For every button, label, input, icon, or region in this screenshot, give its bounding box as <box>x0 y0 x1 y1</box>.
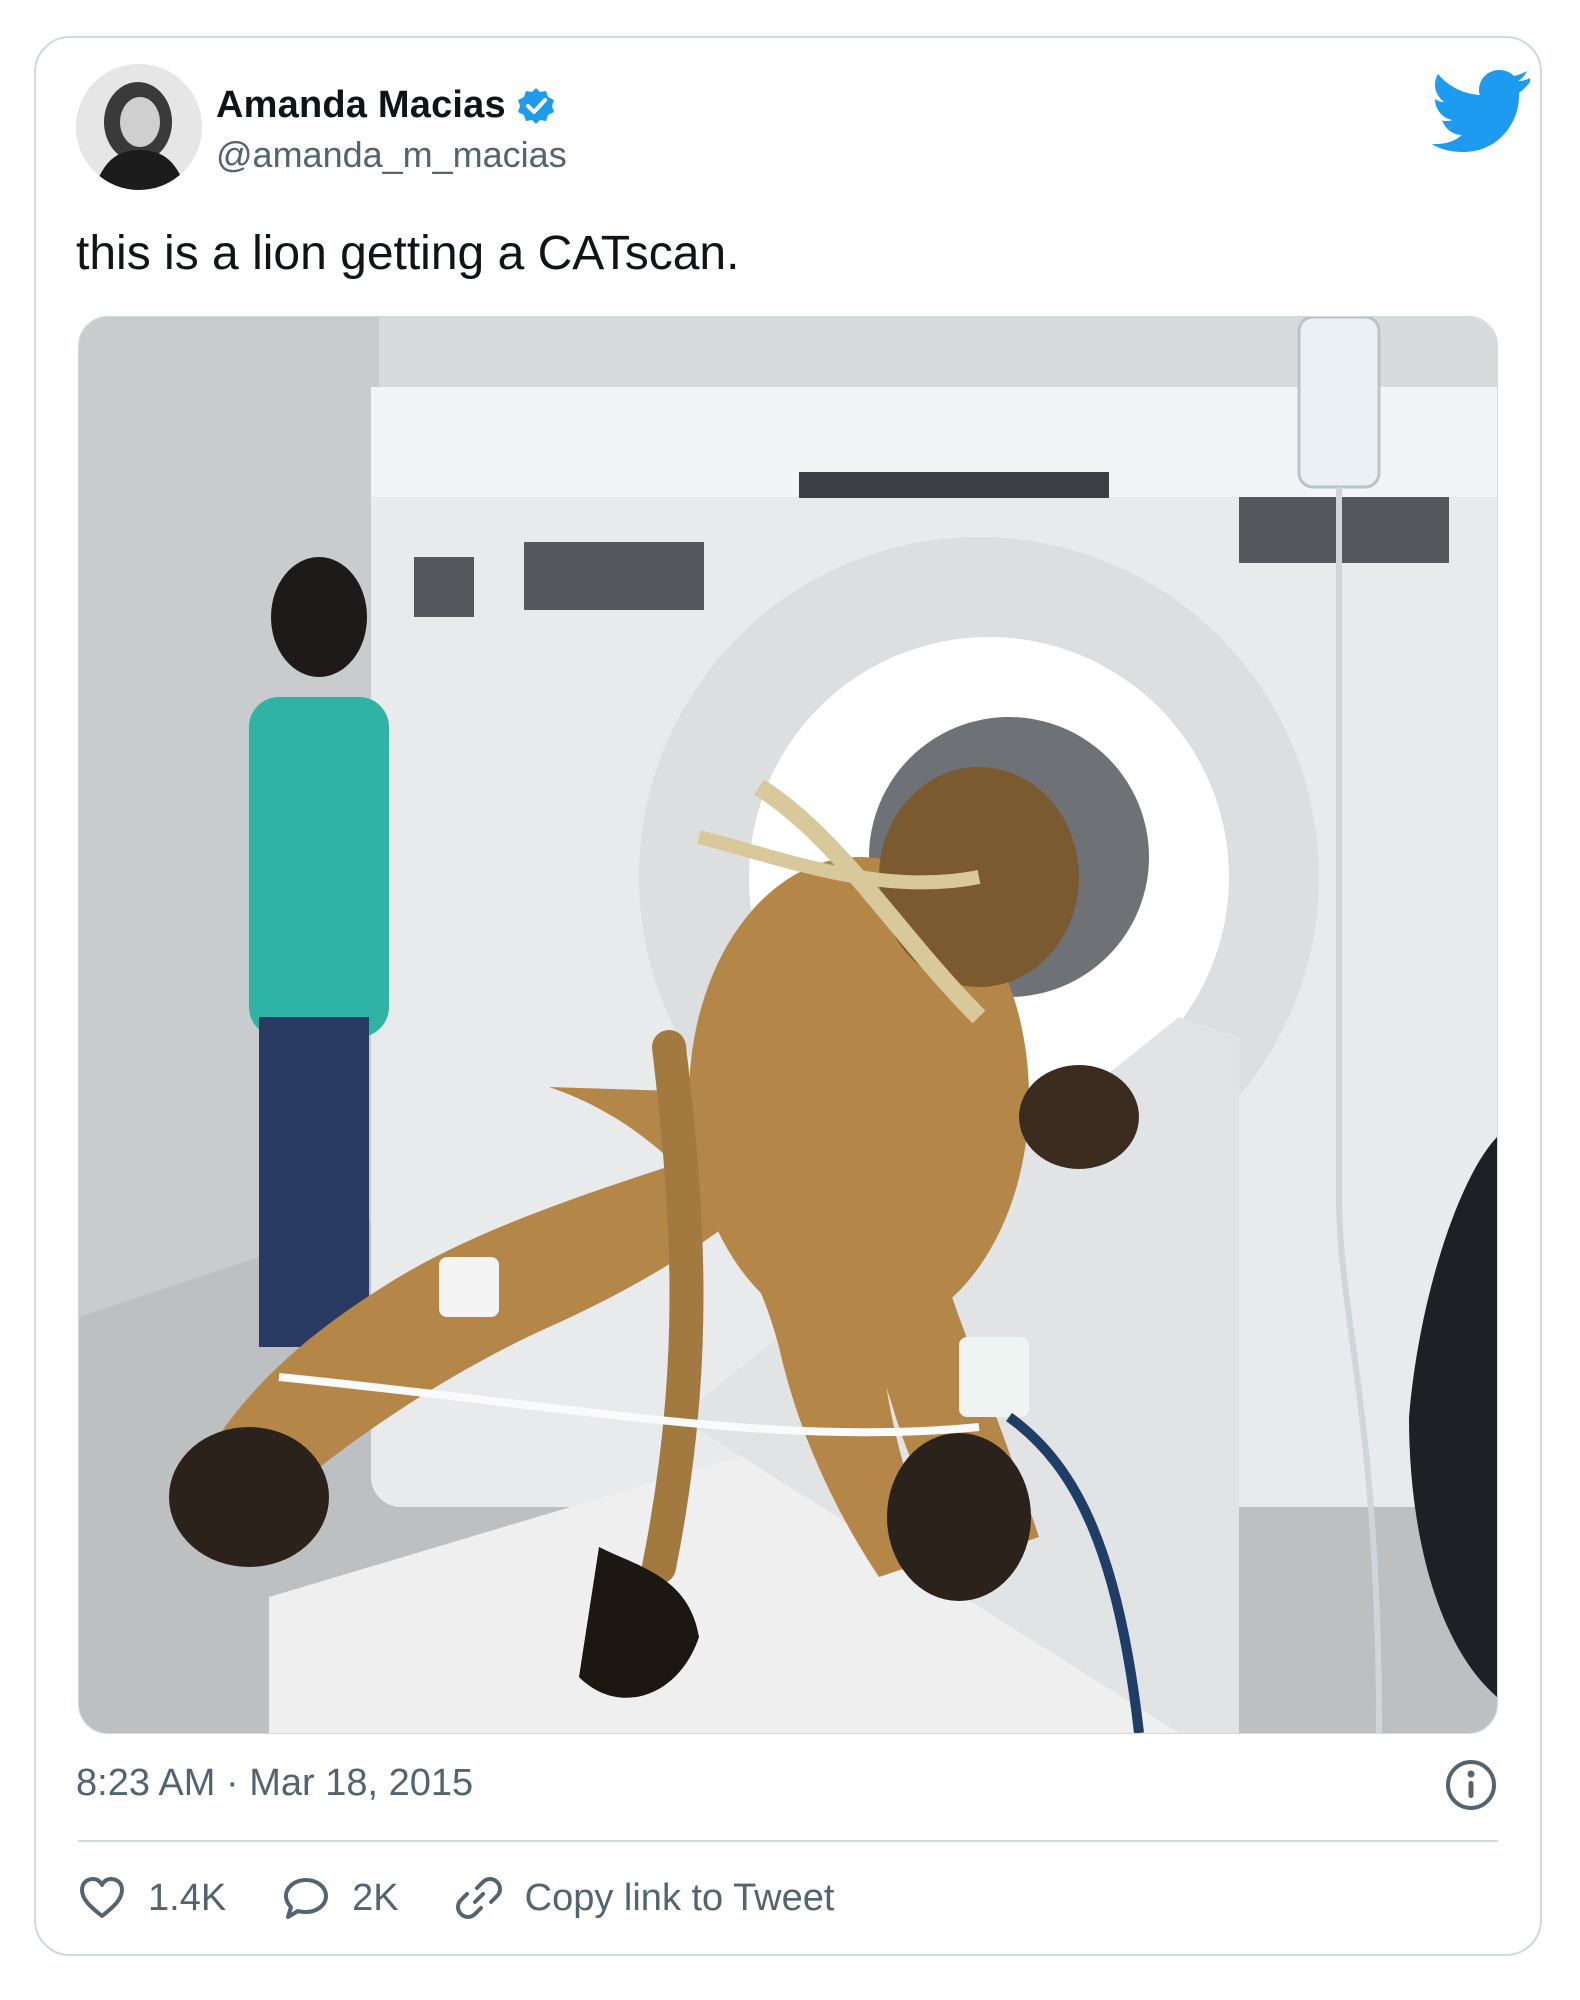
tweet-photo[interactable] <box>78 316 1498 1734</box>
divider <box>78 1840 1498 1842</box>
like-count: 1.4K <box>148 1876 227 1919</box>
like-button[interactable]: 1.4K <box>78 1874 226 1922</box>
tweet-actions: 1.4K 2K Copy link to Tweet <box>78 1868 890 1928</box>
author-name-row[interactable]: Amanda Macias <box>216 84 556 127</box>
speech-bubble-icon <box>284 1878 329 1919</box>
verified-badge-icon <box>517 87 554 124</box>
tweet-timestamp[interactable]: 8:23 AM · Mar 18, 2015 <box>76 1762 473 1805</box>
author-handle[interactable]: @amanda_m_macias <box>216 134 567 176</box>
copy-link-button[interactable]: Copy link to Tweet <box>455 1874 835 1922</box>
chain-link-icon <box>455 1877 502 1919</box>
author-name[interactable]: Amanda Macias <box>216 84 506 127</box>
tweet-text: this is a lion getting a CATscan. <box>76 227 740 280</box>
info-icon[interactable] <box>1444 1758 1498 1812</box>
reply-button[interactable]: 2K <box>282 1874 399 1922</box>
twitter-bird-icon[interactable] <box>1432 68 1532 152</box>
author-avatar[interactable] <box>76 64 202 190</box>
heart-icon <box>80 1877 124 1918</box>
copy-link-label: Copy link to Tweet <box>524 1876 835 1919</box>
reply-count: 2K <box>352 1876 399 1919</box>
